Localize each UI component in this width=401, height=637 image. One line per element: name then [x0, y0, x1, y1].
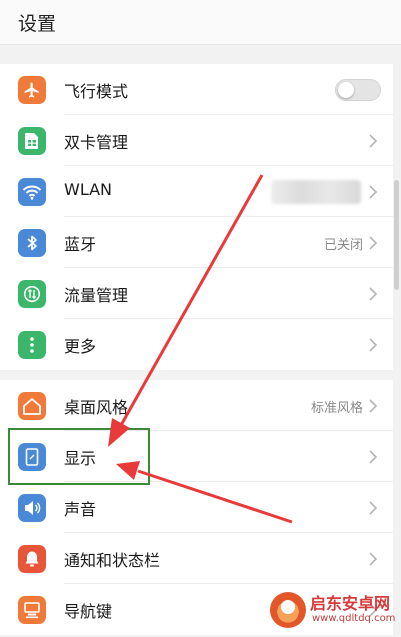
watermark-logo	[270, 592, 306, 628]
site-watermark: 启东安卓网 www.qdltdq.com	[262, 590, 401, 637]
watermark-url: www.qdltdq.com	[312, 613, 396, 624]
arrow-head-lower	[116, 461, 140, 480]
annotation-arrows	[108, 174, 293, 524]
arrow-head-upper	[108, 418, 130, 447]
watermark-name: 启东安卓网	[310, 594, 391, 613]
arrow-line-lower	[137, 469, 293, 524]
arrow-line-upper	[118, 174, 264, 428]
